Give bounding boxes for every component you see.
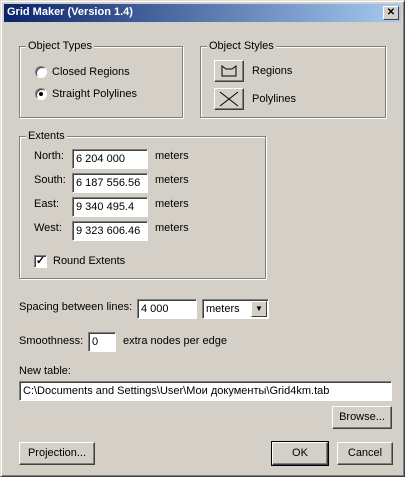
spacing-input[interactable]: 4 000 (137, 299, 197, 319)
closed-regions-label[interactable]: Closed Regions (52, 66, 130, 79)
object-types-group: Object Types Closed Regions Straight Pol… (19, 40, 183, 118)
north-input[interactable]: 6 204 000 (72, 149, 148, 169)
smoothness-input[interactable]: 0 (88, 332, 116, 352)
polyline-style-icon (219, 91, 239, 107)
east-label: East: (34, 198, 60, 210)
west-input[interactable]: 9 323 606.46 (72, 221, 148, 241)
spacing-unit-value: meters (206, 303, 240, 315)
spacing-unit-select[interactable]: meters ▼ (202, 299, 269, 319)
ok-button[interactable]: OK (271, 441, 329, 466)
smoothness-suffix: extra nodes per edge (123, 335, 227, 347)
straight-polylines-radio[interactable] (35, 88, 47, 100)
polyline-style-button[interactable] (214, 88, 244, 110)
dropdown-arrow-glyph: ▼ (255, 304, 263, 313)
closed-regions-radio[interactable] (35, 66, 47, 78)
west-unit: meters (155, 222, 189, 234)
straight-polylines-label[interactable]: Straight Polylines (52, 88, 137, 101)
west-label: West: (34, 222, 62, 234)
east-input[interactable]: 9 340 495.4 (72, 197, 148, 217)
polylines-label: Polylines (252, 93, 297, 105)
check-icon: ✓ (35, 255, 46, 267)
close-icon: ✕ (386, 7, 396, 18)
region-style-icon (221, 65, 237, 77)
grid-maker-dialog: Grid Maker (Version 1.4) ✕ Object Types … (0, 0, 405, 477)
spacing-label: Spacing between lines: (19, 301, 133, 313)
region-style-button[interactable] (214, 60, 244, 82)
window-title: Grid Maker (Version 1.4) (7, 6, 133, 18)
browse-button[interactable]: Browse... (332, 406, 392, 429)
round-extents-checkbox[interactable]: ✓ (34, 255, 47, 268)
title-bar[interactable]: Grid Maker (Version 1.4) ✕ (4, 4, 401, 22)
cancel-button[interactable]: Cancel (337, 442, 393, 465)
south-input[interactable]: 6 187 556.56 (72, 173, 148, 193)
south-unit: meters (155, 174, 189, 186)
regions-label: Regions (252, 65, 293, 77)
close-button[interactable]: ✕ (383, 6, 399, 20)
projection-button[interactable]: Projection... (19, 442, 95, 465)
new-table-label: New table: (19, 365, 71, 377)
extents-group: Extents North: 6 204 000 meters South: 6… (19, 130, 266, 279)
round-extents-label[interactable]: Round Extents (53, 255, 125, 268)
north-unit: meters (155, 150, 189, 162)
new-table-path-input[interactable]: C:\Documents and Settings\User\Мои докум… (19, 381, 392, 401)
south-label: South: (34, 174, 66, 186)
object-styles-legend: Object Styles (207, 40, 276, 53)
object-styles-group: Object Styles Regions Polylines (200, 40, 386, 118)
radio-selected-dot (39, 92, 43, 96)
object-types-legend: Object Types (26, 40, 94, 53)
smoothness-label: Smoothness: (19, 335, 84, 347)
north-label: North: (34, 150, 64, 162)
chevron-down-icon[interactable]: ▼ (251, 301, 267, 317)
extents-legend: Extents (26, 130, 67, 143)
east-unit: meters (155, 198, 189, 210)
